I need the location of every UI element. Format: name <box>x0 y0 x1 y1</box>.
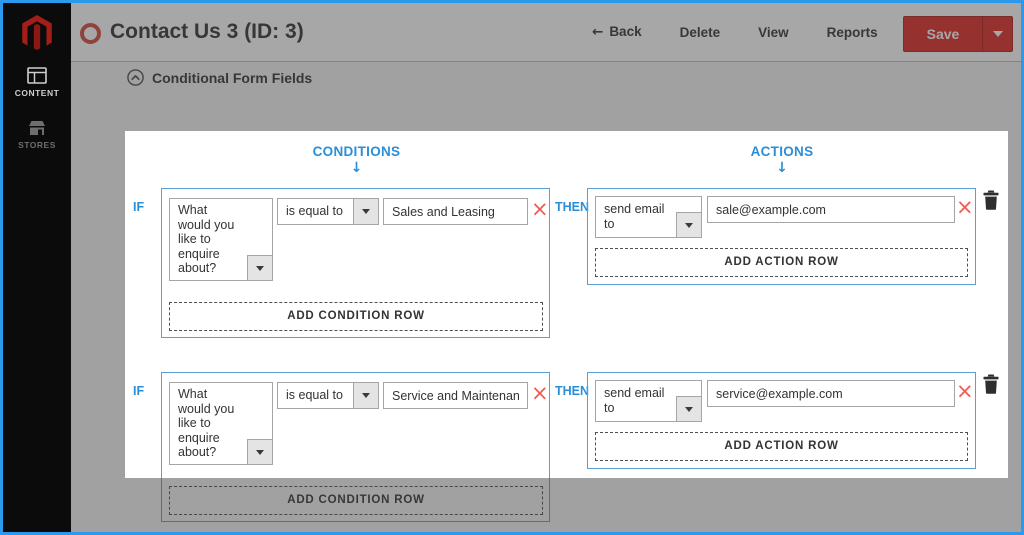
sidebar-item-stores[interactable]: STORES <box>3 120 71 150</box>
select-caret-icon <box>247 255 272 280</box>
sidebar-item-label: CONTENT <box>3 88 71 98</box>
delete-rule-trash-icon[interactable] <box>983 190 999 215</box>
rule-row: IF What would you like to enquire about?… <box>0 188 1024 338</box>
select-caret-icon <box>247 439 272 464</box>
chevron-down-icon <box>993 31 1003 37</box>
condition-operator-select[interactable]: is equal to <box>277 382 379 409</box>
remove-action-icon[interactable]: × <box>956 381 974 402</box>
select-caret-icon <box>676 212 701 237</box>
select-caret-icon <box>353 383 378 408</box>
save-button[interactable]: Save <box>904 17 983 51</box>
then-label: THEN <box>555 384 589 398</box>
condition-field-select[interactable]: What would you like to enquire about? <box>169 198 273 281</box>
down-arrow-icon: ↓ <box>587 161 977 176</box>
back-arrow-icon: ← <box>592 24 603 40</box>
section-title: Conditional Form Fields <box>152 70 312 86</box>
header-actions: ←Back Delete View Reports <box>592 3 878 61</box>
action-type-select[interactable]: send email to <box>595 196 702 238</box>
down-arrow-icon: ↓ <box>161 161 552 176</box>
add-condition-row-button[interactable]: ADD CONDITION ROW <box>169 486 543 515</box>
condition-operator-select[interactable]: is equal to <box>277 198 379 225</box>
magento-admin-screen: CONTENT STORES Contact Us 3 (ID: 3) ←Bac… <box>0 0 1024 535</box>
delete-rule-trash-icon[interactable] <box>983 374 999 399</box>
sidebar-item-label: STORES <box>3 140 71 150</box>
if-label: IF <box>133 384 144 398</box>
page-title: Contact Us 3 (ID: 3) <box>110 3 304 61</box>
if-label: IF <box>133 200 144 214</box>
action-type-select[interactable]: send email to <box>595 380 702 422</box>
conditions-label: CONDITIONS <box>161 144 552 159</box>
add-action-row-button[interactable]: ADD ACTION ROW <box>595 432 968 461</box>
stores-icon <box>27 120 47 136</box>
sidebar-item-content[interactable]: CONTENT <box>3 67 71 98</box>
conditions-column-header: CONDITIONS ↓ <box>161 144 552 176</box>
actions-label: ACTIONS <box>587 144 977 159</box>
page-status-ring-icon <box>80 23 101 44</box>
save-dropdown-toggle[interactable] <box>983 17 1012 51</box>
action-email-input[interactable] <box>707 196 955 223</box>
collapse-chevron-icon[interactable] <box>127 69 144 86</box>
condition-value-input[interactable] <box>383 382 528 409</box>
then-label: THEN <box>555 200 589 214</box>
condition-value-input[interactable] <box>383 198 528 225</box>
section-header: Conditional Form Fields <box>127 69 312 86</box>
condition-field-select[interactable]: What would you like to enquire about? <box>169 382 273 465</box>
add-condition-row-button[interactable]: ADD CONDITION ROW <box>169 302 543 331</box>
magento-logo-icon[interactable] <box>3 14 71 53</box>
select-caret-icon <box>676 396 701 421</box>
select-caret-icon <box>353 199 378 224</box>
rule-row: IF What would you like to enquire about?… <box>0 372 1024 522</box>
actions-column-header: ACTIONS ↓ <box>587 144 977 176</box>
reports-button[interactable]: Reports <box>827 25 878 40</box>
remove-condition-icon[interactable]: × <box>531 199 549 220</box>
back-button[interactable]: ←Back <box>592 24 642 40</box>
remove-condition-icon[interactable]: × <box>531 383 549 404</box>
page-header: Contact Us 3 (ID: 3) ←Back Delete View R… <box>71 3 1021 62</box>
remove-action-icon[interactable]: × <box>956 197 974 218</box>
save-split-button: Save <box>903 16 1013 52</box>
add-action-row-button[interactable]: ADD ACTION ROW <box>595 248 968 277</box>
action-email-input[interactable] <box>707 380 955 407</box>
delete-button[interactable]: Delete <box>680 25 721 40</box>
content-icon <box>27 67 47 84</box>
view-button[interactable]: View <box>758 25 789 40</box>
